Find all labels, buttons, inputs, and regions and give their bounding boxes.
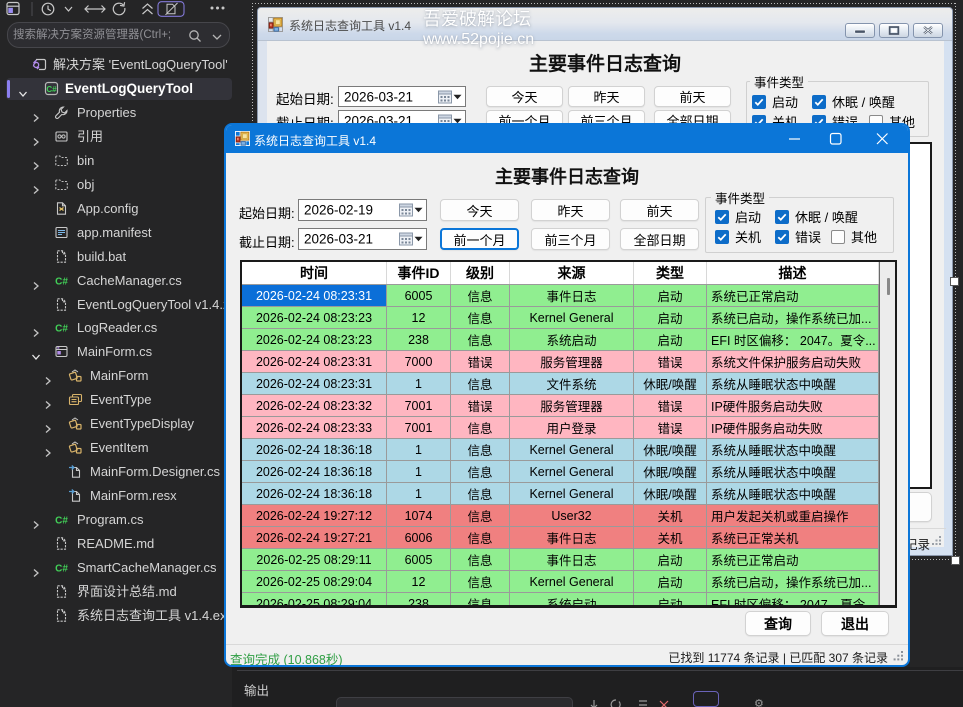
svg-text:C#: C# bbox=[55, 516, 68, 527]
svg-text:C#: C# bbox=[55, 277, 68, 288]
svg-text:C#: C# bbox=[46, 85, 57, 94]
svg-text:C#: C# bbox=[55, 564, 68, 575]
svg-text:C#: C# bbox=[55, 324, 68, 335]
